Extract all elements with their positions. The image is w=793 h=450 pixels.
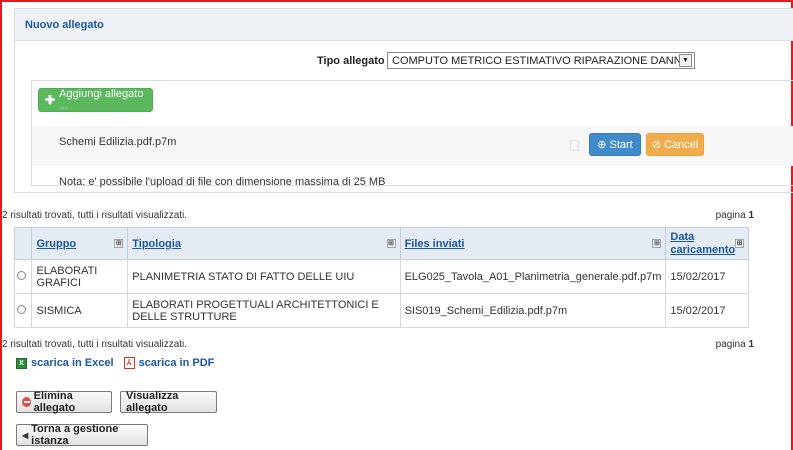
column-header-data[interactable]: Data caricamento ⊞ xyxy=(665,227,749,260)
add-attachment-label: Aggiungi allegato ... xyxy=(59,88,144,112)
page-number[interactable]: 1 xyxy=(748,339,754,350)
page-label: pagina xyxy=(715,339,746,350)
delete-attachment-label: Elimina allegato xyxy=(33,390,76,414)
column-header-files[interactable]: Files inviati ⊞ xyxy=(399,227,667,260)
view-attachment-label: Visualizza allegato xyxy=(126,390,179,414)
chevron-down-icon[interactable]: ▼ xyxy=(679,54,692,67)
upload-file-checkbox[interactable] xyxy=(570,140,579,151)
sort-link-files[interactable]: Files inviati xyxy=(405,238,465,250)
sort-icon[interactable]: ⊞ xyxy=(652,239,662,248)
cancel-icon: ⊘ xyxy=(651,139,661,151)
sort-link-data[interactable]: Data caricamento xyxy=(670,231,735,256)
results-summary-text: 2 risultati trovati, tutti i risultati v… xyxy=(2,339,188,350)
cell-tipologia: PLANIMETRIA STATO DI FATTO DELLE UIU xyxy=(127,259,401,294)
export-excel-link[interactable]: X scarica in Excel xyxy=(16,357,114,369)
upload-box: ✚ Aggiungi allegato ... Schemi Edilizia.… xyxy=(31,80,793,188)
upload-icon: ⊕ xyxy=(597,139,607,151)
results-summary-top: 2 risultati trovati, tutti i risultati v… xyxy=(2,210,762,221)
sort-icon[interactable]: ⊞ xyxy=(114,239,124,248)
attachments-table: Gruppo ⊞ Tipologia ⊞ Files inviati ⊞ Dat… xyxy=(13,227,749,328)
cell-gruppo: ELABORATI GRAFICI xyxy=(31,259,129,294)
back-to-instance-button[interactable]: ◀ Torna a gestione istanza xyxy=(16,423,148,447)
panel-title: Nuovo allegato xyxy=(25,18,104,31)
back-arrow-icon: ◀ xyxy=(22,430,29,440)
excel-icon: X xyxy=(16,357,27,369)
results-summary-text: 2 risultati trovati, tutti i risultati v… xyxy=(2,210,188,221)
cancel-upload-button[interactable]: ⊘ Cancel xyxy=(646,133,704,156)
page-label: pagina xyxy=(715,210,746,221)
delete-icon xyxy=(22,397,31,407)
table-header-row: Gruppo ⊞ Tipologia ⊞ Files inviati ⊞ Dat… xyxy=(13,227,749,260)
cell-data: 15/02/2017 xyxy=(665,293,749,328)
table-row[interactable]: SISMICA ELABORATI PROGETTUALI ARCHITETTO… xyxy=(13,293,749,328)
cell-tipologia: ELABORATI PROGETTUALI ARCHITETTONICI E D… xyxy=(127,293,401,328)
add-attachment-button[interactable]: ✚ Aggiungi allegato ... xyxy=(38,88,153,112)
cell-file: ELG025_Tavola_A01_Planimetria_generale.p… xyxy=(399,259,667,294)
export-pdf-label[interactable]: scarica in PDF xyxy=(139,357,215,369)
pagination-top: pagina 1 xyxy=(716,210,754,221)
sort-icon[interactable]: ⊞ xyxy=(386,239,396,248)
upload-file-row: Schemi Edilizia.pdf.p7m ⊕ Start ⊘ Cancel xyxy=(32,126,793,166)
upload-file-name: Schemi Edilizia.pdf.p7m xyxy=(59,136,177,148)
delete-attachment-button[interactable]: Elimina allegato xyxy=(16,390,112,414)
attachment-type-value: COMPUTO METRICO ESTIMATIVO RIPARAZIONE D… xyxy=(392,54,685,67)
export-pdf-link[interactable]: ⅄ scarica in PDF xyxy=(123,357,215,369)
start-label: Start xyxy=(609,138,633,151)
export-excel-label[interactable]: scarica in Excel xyxy=(31,357,114,369)
upload-size-note: Nota: e' possibile l'upload di file con … xyxy=(59,176,386,188)
cell-file: SIS019_Schemi_Edilizia.pdf.p7m xyxy=(399,293,667,328)
export-links: X scarica in Excel ⅄ scarica in PDF xyxy=(16,357,214,369)
radio-icon[interactable] xyxy=(17,304,26,314)
sort-link-tipologia[interactable]: Tipologia xyxy=(132,238,181,250)
sort-icon[interactable]: ⊞ xyxy=(735,239,744,248)
plus-icon: ✚ xyxy=(45,93,56,107)
column-header-tipologia[interactable]: Tipologia ⊞ xyxy=(127,227,401,260)
attachment-type-row: Tipo allegato COMPUTO METRICO ESTIMATIVO… xyxy=(15,51,793,71)
view-attachment-button[interactable]: Visualizza allegato xyxy=(120,390,217,414)
attachment-type-label: Tipo allegato xyxy=(317,55,385,67)
cell-gruppo: SISMICA xyxy=(31,293,129,328)
cancel-label: Cancel xyxy=(663,138,699,151)
radio-icon[interactable] xyxy=(17,270,26,280)
page-number[interactable]: 1 xyxy=(748,210,754,221)
start-upload-button[interactable]: ⊕ Start xyxy=(589,133,641,156)
new-attachment-panel: Nuovo allegato Tipo allegato COMPUTO MET… xyxy=(14,8,793,193)
pagination-bottom: pagina 1 xyxy=(716,339,754,350)
sort-link-gruppo[interactable]: Gruppo xyxy=(36,238,76,250)
table-row[interactable]: ELABORATI GRAFICI PLANIMETRIA STATO DI F… xyxy=(13,259,749,294)
panel-header: Nuovo allegato xyxy=(15,9,793,41)
cell-data: 15/02/2017 xyxy=(665,259,749,294)
pdf-icon: ⅄ xyxy=(123,357,135,369)
column-header-gruppo[interactable]: Gruppo ⊞ xyxy=(31,227,129,260)
back-to-instance-label: Torna a gestione istanza xyxy=(31,423,119,447)
row-radio-cell[interactable] xyxy=(13,293,33,328)
results-summary-bottom: 2 risultati trovati, tutti i risultati v… xyxy=(2,339,762,350)
row-radio-cell[interactable] xyxy=(13,259,33,294)
radio-header xyxy=(13,227,33,260)
attachment-type-select[interactable]: COMPUTO METRICO ESTIMATIVO RIPARAZIONE D… xyxy=(387,52,695,69)
